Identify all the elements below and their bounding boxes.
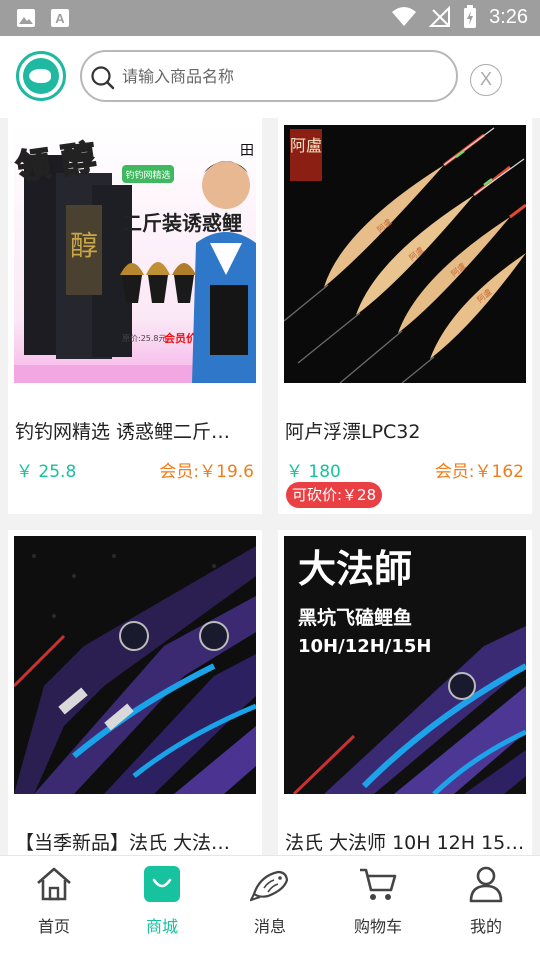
wifi-icon bbox=[392, 7, 417, 26]
app-logo-icon[interactable] bbox=[16, 51, 66, 101]
headline-text: 二斤装诱惑鲤 bbox=[122, 211, 242, 235]
tab-cart-label: 购物车 bbox=[353, 917, 402, 936]
brand-text-2: 大法師 bbox=[298, 546, 412, 591]
product-title[interactable]: 法氏 大法师 10H 12H 15… bbox=[285, 828, 525, 855]
home-icon bbox=[37, 867, 71, 901]
tab-me-label: 我的 bbox=[469, 917, 502, 936]
gallery-icon bbox=[17, 9, 35, 27]
svg-text:A: A bbox=[55, 11, 65, 26]
no-signal-icon bbox=[429, 6, 451, 27]
user-icon bbox=[469, 866, 503, 903]
tab-messages-label: 消息 bbox=[253, 917, 286, 936]
tab-home[interactable]: 首页 bbox=[0, 856, 108, 960]
bottom-tab-bar: 首页 商城 消息 购物车 我的 bbox=[0, 855, 540, 960]
product-image[interactable]: 醇 领 醇 钓钓网精选 二斤装诱惑鲤 原价:25.8元 会员价19.8元 田 bbox=[14, 125, 256, 383]
tag-original: 原价:25.8元 bbox=[122, 334, 167, 343]
product-title[interactable]: 【当季新品】法氏 大法… bbox=[15, 828, 255, 855]
bargain-badge: 可砍价:￥28 bbox=[286, 482, 383, 508]
status-bar: A 3:26 bbox=[0, 0, 540, 36]
product-image[interactable]: 大法師 黑坑飞磕鲤鱼 10H/12H/15H bbox=[284, 536, 526, 794]
shopping-bag-icon bbox=[144, 866, 180, 902]
font-icon: A bbox=[51, 9, 69, 27]
member-price: 会员:￥19.6 bbox=[159, 462, 254, 482]
battery-charging-icon bbox=[464, 5, 477, 28]
search-input[interactable] bbox=[122, 60, 442, 92]
svg-text:醇: 醇 bbox=[70, 229, 98, 262]
product-price: ￥ 180 bbox=[286, 462, 341, 482]
clear-search-button[interactable]: X bbox=[470, 64, 502, 96]
product-card[interactable]: 【当季新品】法氏 大法… bbox=[8, 530, 262, 855]
tab-mall-label: 商城 bbox=[145, 917, 178, 936]
app-header: X bbox=[0, 36, 540, 118]
member-price: 会员:￥162 bbox=[434, 462, 524, 482]
clock-time: 3:26 bbox=[489, 5, 528, 28]
models-text: 10H/12H/15H bbox=[298, 636, 432, 657]
subtitle-text: 黑坑飞磕鲤鱼 bbox=[298, 606, 412, 629]
fish-icon bbox=[250, 870, 289, 902]
product-image[interactable] bbox=[14, 536, 256, 794]
svg-text:田: 田 bbox=[240, 143, 254, 159]
product-image[interactable]: 阿盧 阿盧 阿盧 阿盧 阿盧 bbox=[284, 125, 526, 383]
tab-me[interactable]: 我的 bbox=[432, 856, 540, 960]
tab-home-label: 首页 bbox=[37, 917, 70, 936]
cart-icon bbox=[360, 868, 397, 900]
product-card[interactable]: 大法師 黑坑飞磕鲤鱼 10H/12H/15H 法氏 大法师 10H 12H 15… bbox=[278, 530, 532, 855]
product-card[interactable]: 醇 领 醇 钓钓网精选 二斤装诱惑鲤 原价:25.8元 会员价19.8元 田 钓… bbox=[8, 115, 262, 514]
tab-messages[interactable]: 消息 bbox=[216, 856, 324, 960]
product-title[interactable]: 钓钓网精选 诱惑鲤二斤… bbox=[15, 417, 255, 444]
search-icon bbox=[91, 66, 115, 90]
product-price: ￥ 25.8 bbox=[16, 462, 77, 482]
ribbon-text: 钓钓网精选 bbox=[125, 169, 170, 181]
product-title[interactable]: 阿卢浮漂LPC32 bbox=[285, 417, 525, 444]
tab-cart[interactable]: 购物车 bbox=[324, 856, 432, 960]
brand-text-1: 阿盧 bbox=[290, 136, 322, 155]
search-box[interactable] bbox=[80, 50, 458, 102]
tab-mall[interactable]: 商城 bbox=[108, 856, 216, 960]
product-card[interactable]: 阿盧 阿盧 阿盧 阿盧 阿盧 阿卢浮漂LPC32 ￥ 180 会员:￥162 可… bbox=[278, 115, 532, 514]
